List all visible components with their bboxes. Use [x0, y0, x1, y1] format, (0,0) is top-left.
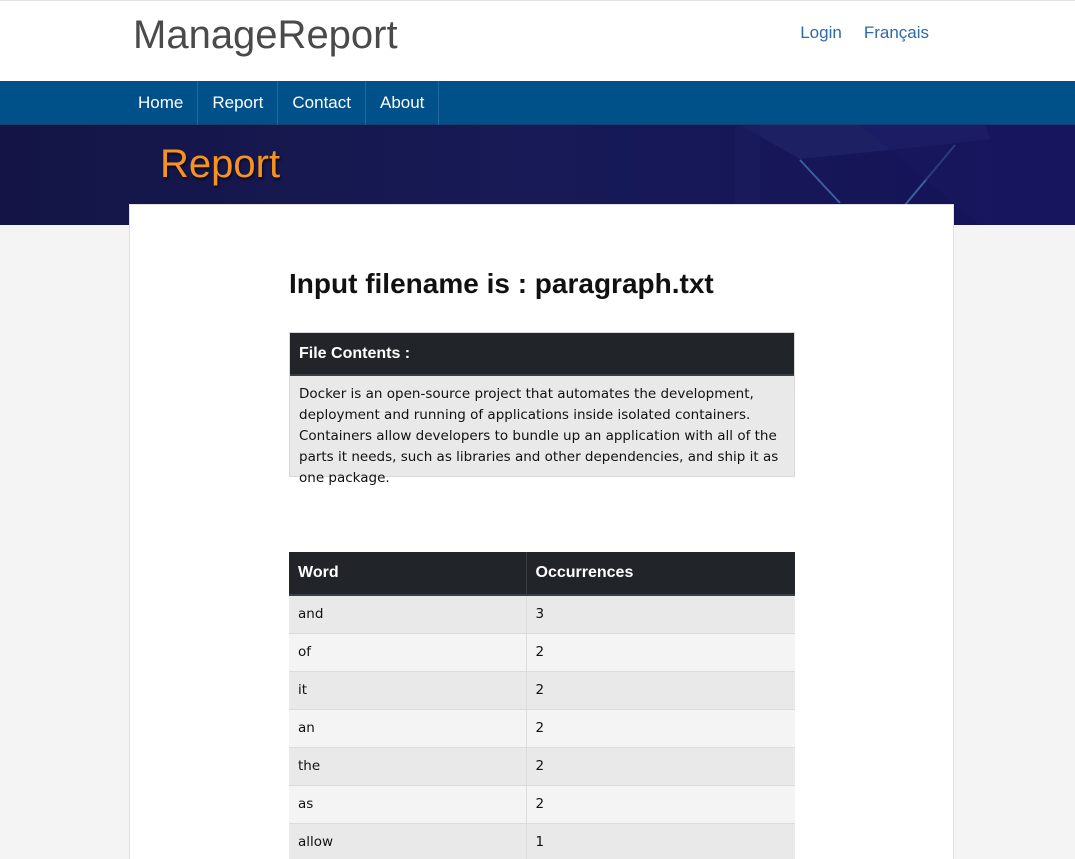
count-cell: 1: [525, 822, 795, 859]
nav-item-contact[interactable]: Contact: [278, 81, 366, 125]
count-cell: 3: [525, 594, 795, 633]
count-cell: 2: [525, 670, 795, 709]
word-count-table: Word Occurrences and 3 of 2 it 2 an 2 th: [289, 552, 795, 859]
nav-menu: Home Report Contact About: [124, 81, 440, 125]
main-navbar: Home Report Contact About: [0, 81, 1075, 125]
count-cell: 2: [525, 746, 795, 785]
word-cell: as: [289, 784, 526, 823]
count-cell: 2: [525, 784, 795, 823]
file-contents-panel: File Contents : Docker is an open-source…: [289, 332, 795, 486]
word-cell: an: [289, 708, 526, 747]
column-header-word: Word: [289, 552, 526, 596]
word-cell: and: [289, 594, 526, 633]
language-link[interactable]: Français: [864, 23, 929, 43]
word-cell: the: [289, 746, 526, 785]
count-cell: 2: [525, 708, 795, 747]
page-title: Report: [160, 142, 281, 186]
brand-link[interactable]: ManageReport: [133, 13, 398, 58]
content-card: Input filename is : paragraph.txt File C…: [129, 204, 954, 859]
nav-item-home[interactable]: Home: [124, 81, 199, 125]
file-contents-text: Docker is an open-source project that au…: [290, 376, 794, 486]
table-row: of 2: [289, 632, 795, 671]
table-row: and 3: [289, 594, 795, 633]
nav-item-report[interactable]: Report: [198, 81, 279, 125]
nav-item-about[interactable]: About: [366, 81, 440, 125]
word-cell: it: [289, 670, 526, 709]
column-header-occurrences: Occurrences: [525, 552, 795, 596]
table-row: as 2: [289, 784, 795, 823]
table-row: it 2: [289, 670, 795, 709]
table-header-row: Word Occurrences: [289, 552, 795, 596]
file-contents-header: File Contents :: [290, 333, 794, 376]
top-header: ManageReport Login Français: [0, 0, 1075, 81]
table-row: the 2: [289, 746, 795, 785]
table-row: allow 1: [289, 822, 795, 859]
login-link[interactable]: Login: [800, 23, 842, 43]
count-cell: 2: [525, 632, 795, 671]
filename-heading: Input filename is : paragraph.txt: [289, 268, 714, 299]
word-cell: allow: [289, 822, 526, 859]
word-cell: of: [289, 632, 526, 671]
top-links: Login Français: [800, 23, 929, 43]
table-row: an 2: [289, 708, 795, 747]
